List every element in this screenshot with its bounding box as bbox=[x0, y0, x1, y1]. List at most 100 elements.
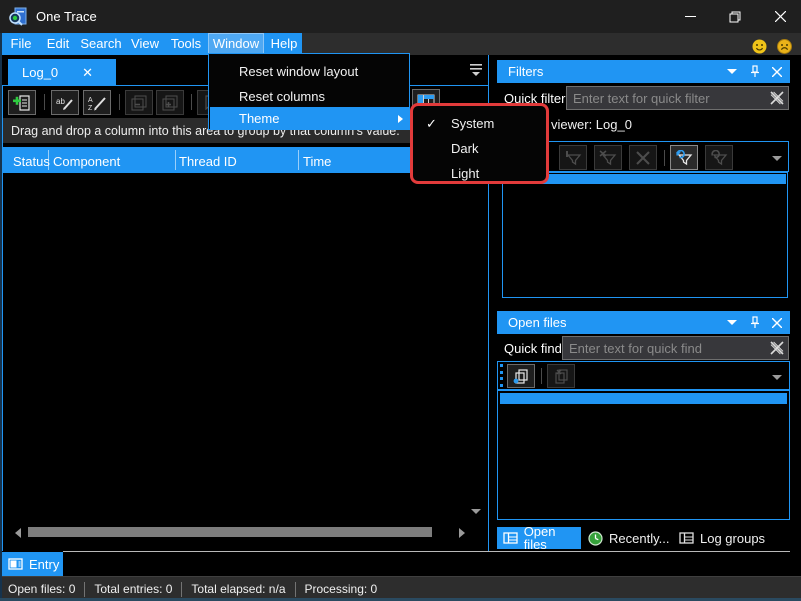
quick-find-input[interactable] bbox=[562, 336, 789, 360]
rename-button[interactable]: ab bbox=[51, 90, 79, 115]
sort-edit-icon: A Z bbox=[88, 97, 106, 111]
openfiles-list[interactable] bbox=[497, 390, 790, 520]
minimize-icon bbox=[684, 16, 696, 17]
restore-button[interactable] bbox=[714, 0, 756, 33]
open-copy-button[interactable] bbox=[507, 364, 535, 388]
column-header-threadid[interactable]: Thread ID bbox=[179, 154, 237, 169]
scroll-down-icon[interactable] bbox=[471, 509, 481, 514]
tab-entry[interactable]: Entry bbox=[2, 552, 63, 576]
horizontal-scrollbar-thumb[interactable] bbox=[28, 527, 432, 537]
edit-filter-icon bbox=[566, 150, 582, 165]
column-separator[interactable] bbox=[298, 150, 299, 170]
column-separator[interactable] bbox=[48, 150, 49, 170]
menu-item-reset-columns[interactable]: Reset columns bbox=[210, 85, 410, 108]
expand-button[interactable] bbox=[156, 90, 184, 115]
window-title: One Trace bbox=[36, 9, 97, 24]
close-icon bbox=[774, 11, 786, 22]
scroll-right-icon[interactable] bbox=[459, 528, 465, 538]
status-divider bbox=[84, 581, 86, 597]
toolbar-separator bbox=[119, 94, 120, 110]
menu-item-theme[interactable]: Theme bbox=[210, 107, 410, 130]
new-view-button[interactable] bbox=[8, 90, 36, 115]
clear-find-icon[interactable] bbox=[770, 341, 784, 355]
clear-filters-button[interactable] bbox=[629, 145, 657, 170]
toolbar-separator bbox=[44, 94, 45, 110]
tab-entry-label: Entry bbox=[29, 556, 60, 572]
tab-log-groups-label: Log groups bbox=[700, 530, 766, 546]
tab-recently-label: Recently... bbox=[609, 530, 670, 546]
menu-tools[interactable]: Tools bbox=[166, 33, 206, 55]
tab-log-groups[interactable]: Log groups bbox=[679, 527, 765, 549]
refresh-filters-button[interactable] bbox=[670, 145, 698, 170]
menu-file[interactable]: File bbox=[2, 33, 40, 55]
bottom-separator bbox=[63, 551, 790, 552]
minimize-button[interactable] bbox=[669, 0, 711, 33]
quick-filter-input[interactable] bbox=[566, 86, 789, 110]
close-button[interactable] bbox=[759, 0, 801, 33]
submenu-item-light-label: Light bbox=[451, 166, 480, 181]
open-files-tab-icon bbox=[503, 532, 518, 544]
submenu-item-dark[interactable]: Dark bbox=[416, 136, 543, 161]
collapse-icon bbox=[131, 95, 147, 110]
auto-refresh-filters-button[interactable] bbox=[705, 145, 733, 170]
restore-icon bbox=[729, 11, 741, 22]
expand-icon bbox=[162, 95, 178, 110]
filters-list[interactable] bbox=[502, 172, 788, 298]
theme-submenu: ✓ System Dark Light bbox=[410, 103, 549, 184]
filters-panel-header[interactable]: Filters bbox=[497, 60, 790, 83]
window-list-icon[interactable] bbox=[468, 62, 484, 77]
status-total-elapsed: Total elapsed: n/a bbox=[191, 582, 286, 596]
svg-text:A: A bbox=[88, 97, 93, 104]
toolbar-separator bbox=[664, 150, 665, 166]
app-window: One Trace File Edit Search View Tools Wi… bbox=[0, 0, 801, 601]
column-header-component[interactable]: Component bbox=[53, 154, 120, 169]
app-icon bbox=[9, 7, 27, 26]
menu-search[interactable]: Search bbox=[78, 33, 124, 55]
submenu-item-system[interactable]: ✓ System bbox=[416, 111, 543, 136]
scroll-left-icon[interactable] bbox=[15, 528, 21, 538]
window-menu: Reset window layout Reset columns Theme bbox=[208, 53, 410, 130]
pin-icon[interactable] bbox=[750, 316, 760, 329]
column-header-status[interactable]: Status bbox=[13, 154, 50, 169]
tab-open-files[interactable]: Open files bbox=[497, 525, 581, 551]
menu-help[interactable]: Help bbox=[266, 33, 302, 55]
new-document-icon bbox=[13, 94, 30, 111]
toolbar-overflow-icon[interactable] bbox=[772, 375, 782, 380]
sort-edit-button[interactable]: A Z bbox=[83, 90, 111, 115]
menu-view[interactable]: View bbox=[126, 33, 164, 55]
close-files-button[interactable] bbox=[547, 364, 575, 388]
clear-filter-icon[interactable] bbox=[770, 91, 784, 105]
delete-filter-button[interactable] bbox=[594, 145, 622, 170]
status-open-files: Open files: 0 bbox=[8, 582, 76, 596]
openfiles-panel-header[interactable]: Open files bbox=[497, 311, 790, 334]
edit-filter-button[interactable] bbox=[559, 145, 587, 170]
smiley-sad-icon[interactable] bbox=[777, 39, 792, 54]
svg-text:Z: Z bbox=[88, 105, 93, 111]
svg-text:ab: ab bbox=[56, 97, 65, 106]
status-total-entries: Total entries: 0 bbox=[94, 582, 173, 596]
tab-close-icon[interactable]: ✕ bbox=[82, 66, 93, 79]
panel-close-icon[interactable] bbox=[772, 317, 782, 328]
collapse-button[interactable] bbox=[125, 90, 153, 115]
panel-close-icon[interactable] bbox=[772, 66, 782, 77]
menu-edit[interactable]: Edit bbox=[40, 33, 76, 55]
submenu-item-system-label: System bbox=[451, 116, 495, 131]
column-header-time[interactable]: Time bbox=[303, 154, 331, 169]
menu-item-reset-window-layout[interactable]: Reset window layout bbox=[210, 60, 410, 83]
tab-log0-label: Log_0 bbox=[22, 64, 59, 80]
panel-menu-icon[interactable] bbox=[727, 69, 737, 74]
column-separator[interactable] bbox=[175, 150, 176, 170]
status-divider bbox=[181, 581, 183, 597]
menu-window[interactable]: Window bbox=[208, 33, 264, 55]
window-frame-left bbox=[0, 33, 2, 601]
toolbar-overflow-icon[interactable] bbox=[772, 156, 782, 161]
submenu-item-dark-label: Dark bbox=[451, 141, 479, 156]
pin-icon[interactable] bbox=[750, 65, 760, 78]
smiley-happy-icon[interactable] bbox=[752, 39, 767, 54]
submenu-item-light[interactable]: Light bbox=[416, 161, 543, 186]
clear-x-icon bbox=[636, 150, 650, 165]
toolbar-drag-handle[interactable] bbox=[500, 364, 503, 387]
tab-recently[interactable]: Recently... bbox=[588, 527, 669, 549]
tab-log0[interactable]: Log_0 ✕ bbox=[8, 59, 116, 85]
panel-menu-icon[interactable] bbox=[727, 320, 737, 325]
